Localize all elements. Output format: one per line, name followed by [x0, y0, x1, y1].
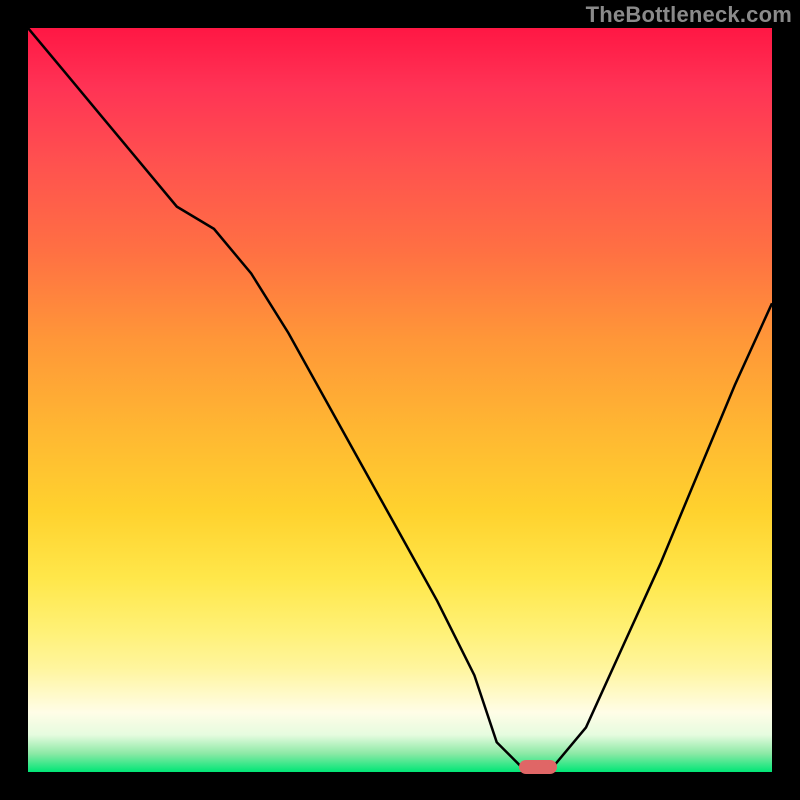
- plot-area: [28, 28, 772, 772]
- chart-frame: TheBottleneck.com: [0, 0, 800, 800]
- bottleneck-curve: [28, 28, 772, 772]
- curve-path: [28, 28, 772, 772]
- optimal-marker: [519, 760, 557, 774]
- watermark-text: TheBottleneck.com: [586, 2, 792, 28]
